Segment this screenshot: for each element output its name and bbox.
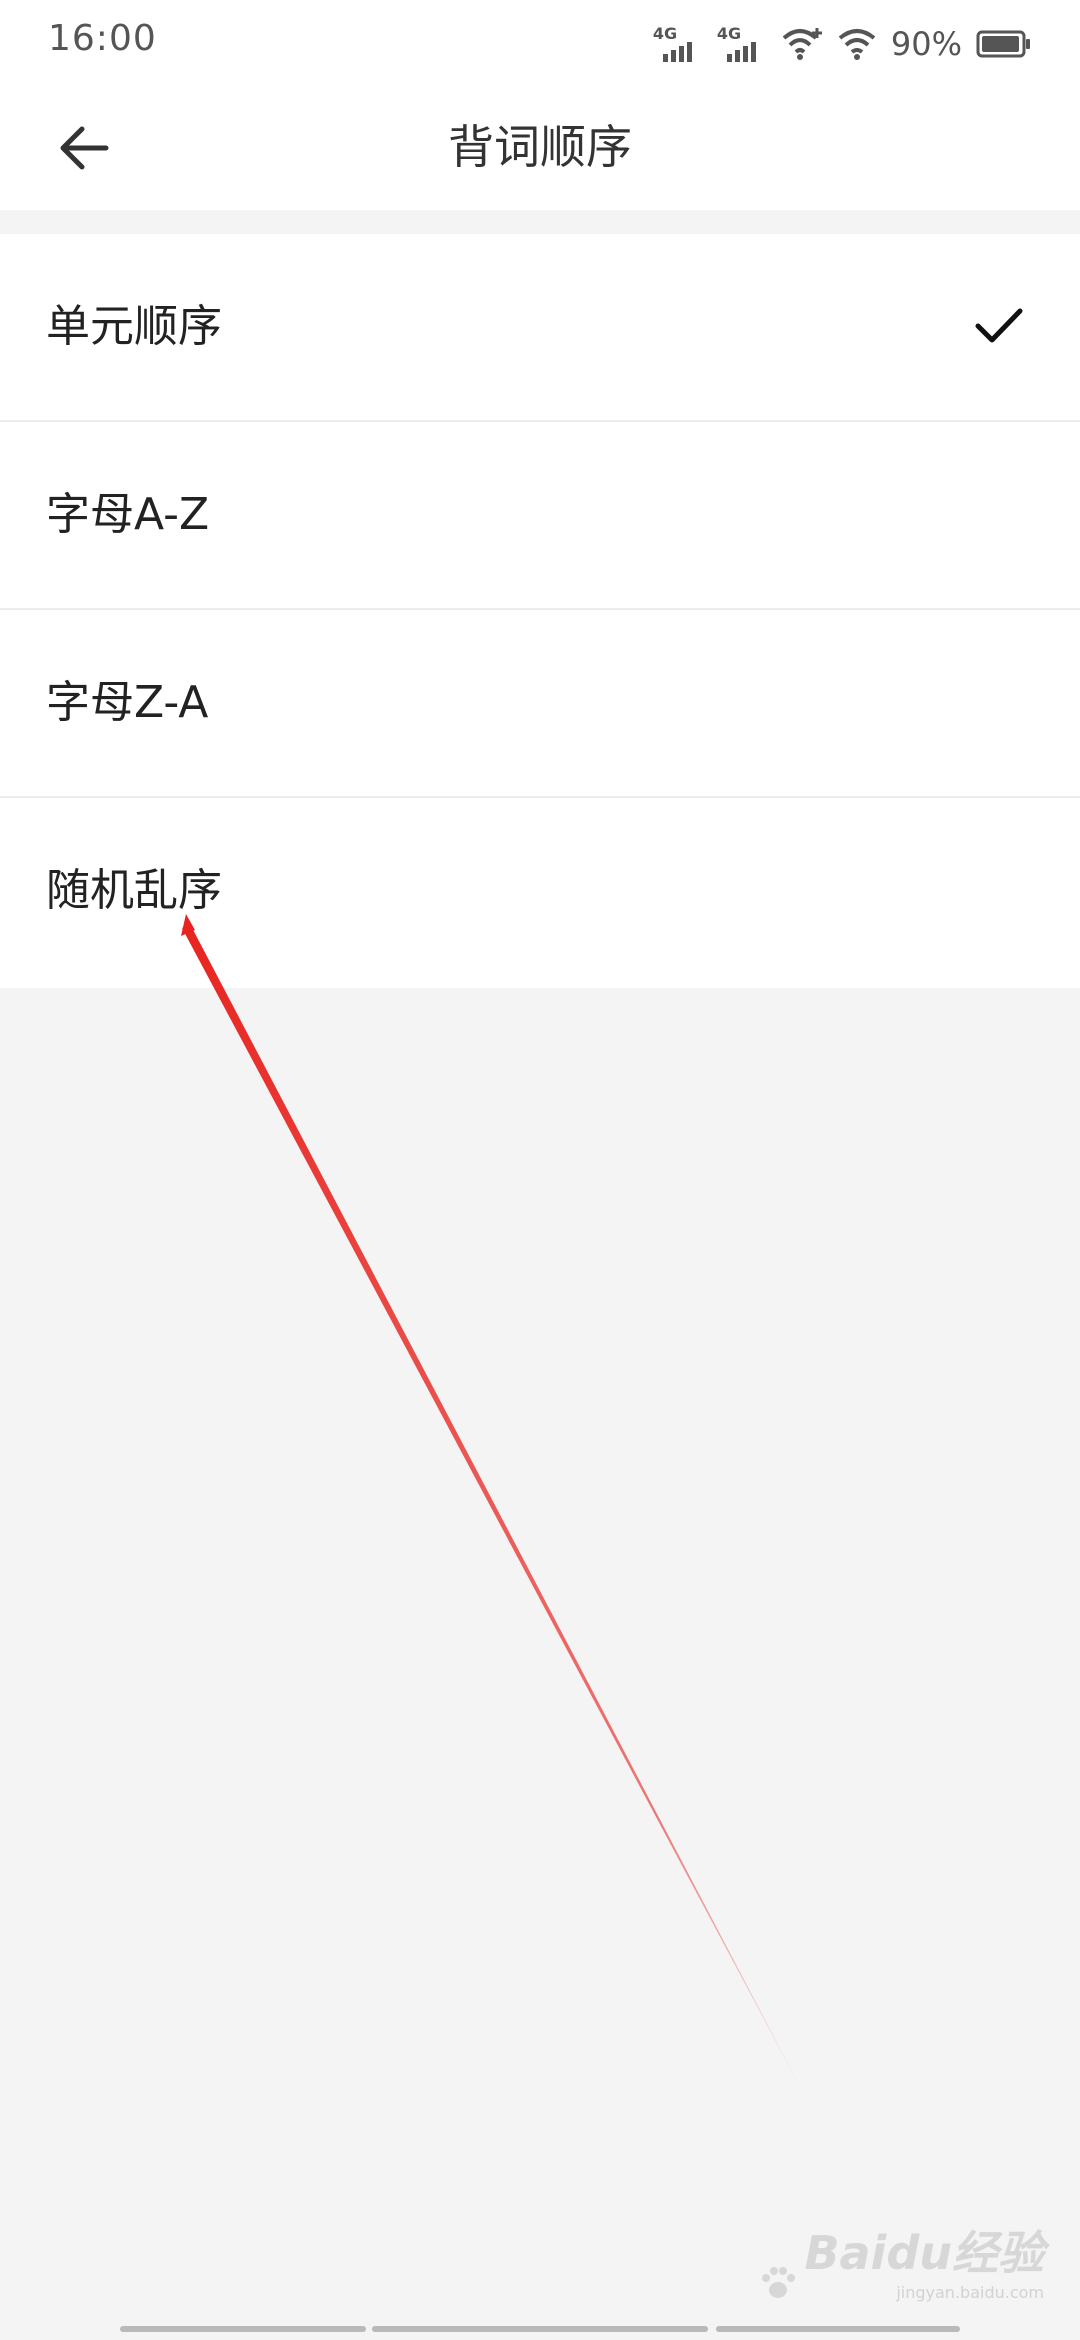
nav-indicator-center: [372, 2326, 708, 2332]
signal-icon: 4G: [717, 24, 767, 64]
battery-icon: [976, 30, 1030, 58]
status-bar: 16:00 4G 4G 90%: [0, 0, 1080, 84]
status-icons: 4G 4G 90%: [653, 22, 1032, 66]
paw-logo-icon: [762, 2267, 796, 2298]
wifi-icon: [782, 28, 822, 60]
battery-percent: 90%: [890, 25, 962, 63]
option-unit-order[interactable]: 单元顺序: [0, 234, 1080, 422]
option-alphabet-z-a[interactable]: 字母Z-A: [0, 610, 1080, 798]
option-random-order[interactable]: 随机乱序: [0, 798, 1080, 988]
wifi-icon: [838, 29, 876, 60]
app-header: 背词顺序: [0, 84, 1080, 210]
option-label: 字母A-Z: [46, 489, 210, 540]
watermark-text: Baidu经验: [804, 2226, 1044, 2280]
option-label: 单元顺序: [46, 301, 222, 352]
check-icon: [975, 308, 1023, 343]
signal-icon: 4G: [653, 24, 703, 64]
baidu-watermark: Baidu经验 jingyan.baidu.com: [758, 2217, 1044, 2304]
nav-indicator-right: [716, 2326, 960, 2332]
option-alphabet-a-z[interactable]: 字母A-Z: [0, 422, 1080, 610]
page-title: 背词顺序: [448, 120, 632, 174]
option-label: 字母Z-A: [46, 677, 209, 728]
back-button[interactable]: [44, 108, 124, 188]
watermark-url: jingyan.baidu.com: [896, 2283, 1044, 2302]
status-time: 16:00: [48, 18, 157, 59]
option-label: 随机乱序: [46, 865, 222, 916]
nav-indicator-left: [120, 2326, 366, 2332]
arrow-left-icon: [60, 126, 109, 170]
order-option-list: 单元顺序 字母A-Z 字母Z-A 随机乱序: [0, 234, 1080, 988]
